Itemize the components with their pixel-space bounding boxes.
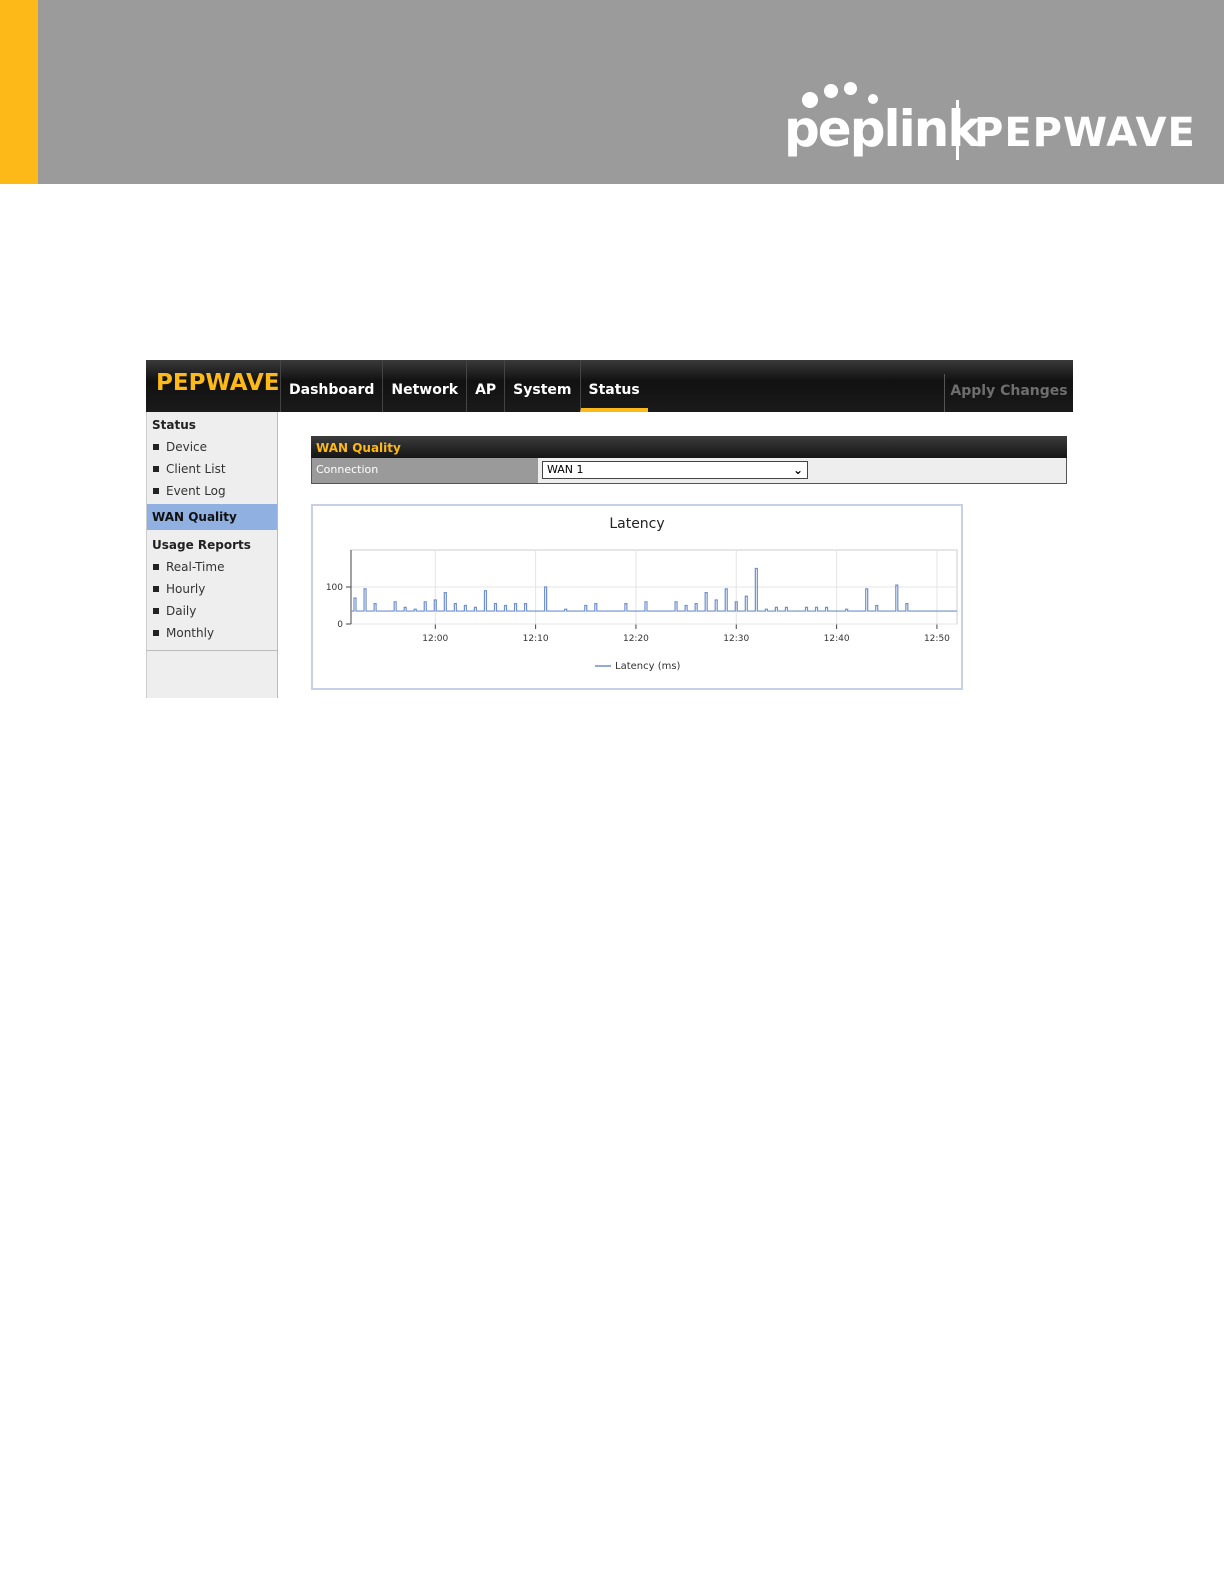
wan-quality-panel: WAN Quality Connection WAN 1 ⌄ xyxy=(311,436,1067,484)
page-banner: peplink PEPWAVE xyxy=(0,0,1224,184)
x-tick-label: 12:50 xyxy=(924,634,950,644)
apply-changes-button[interactable]: Apply Changes xyxy=(944,374,1073,412)
legend-label: Latency (ms) xyxy=(615,661,681,672)
x-tick-label: 12:10 xyxy=(523,634,549,644)
connection-select[interactable]: WAN 1 ⌄ xyxy=(542,461,808,479)
sidebar-item-label: Hourly xyxy=(166,582,206,596)
brand-logo: peplink PEPWAVE xyxy=(784,74,1196,174)
banner-accent-stripe xyxy=(0,0,38,184)
bullet-icon xyxy=(153,465,159,472)
sidebar-item-daily[interactable]: Daily xyxy=(147,600,277,622)
brand-peplink: peplink xyxy=(784,100,981,158)
nav-network[interactable]: Network xyxy=(382,360,466,412)
sidebar-item-client-list[interactable]: Client List xyxy=(147,458,277,480)
sidebar-item-label: Event Log xyxy=(166,484,226,498)
panel-title: WAN Quality xyxy=(311,436,1067,458)
bullet-icon xyxy=(153,607,159,614)
connection-value-cell: WAN 1 ⌄ xyxy=(538,458,1066,483)
sidebar-heading-usage-reports: Usage Reports xyxy=(152,538,251,552)
nav-dashboard[interactable]: Dashboard xyxy=(280,360,382,412)
latency-series-line xyxy=(351,567,957,612)
sidebar-item-label: Device xyxy=(166,440,208,454)
brand-divider xyxy=(956,100,959,160)
sidebar-heading-status: Status xyxy=(152,418,196,432)
y-tick-label: 0 xyxy=(337,620,343,630)
latency-chart: Latency 12:00 12:10 12:20 12:30 12:40 12:50 0 10… xyxy=(311,504,963,690)
x-tick-label: 12:30 xyxy=(723,634,749,644)
top-nav-bar: PEPWAVE Dashboard Network AP System Stat… xyxy=(146,360,1073,412)
latency-chart-svg: Latency 12:00 12:10 12:20 12:30 12:40 12:50 0 10… xyxy=(326,516,958,672)
sidebar-item-real-time[interactable]: Real-Time xyxy=(147,556,277,578)
sidebar-item-monthly[interactable]: Monthly xyxy=(147,622,277,644)
chevron-down-icon: ⌄ xyxy=(792,463,803,477)
brand-pepwave: PEPWAVE xyxy=(974,110,1196,156)
nav-status[interactable]: Status xyxy=(579,360,648,412)
sidebar-item-wan-quality[interactable]: WAN Quality xyxy=(147,504,277,530)
x-tick-label: 12:20 xyxy=(623,634,649,644)
main-nav: Dashboard Network AP System Status xyxy=(280,360,648,412)
sidebar-divider xyxy=(147,650,278,651)
sidebar-item-device[interactable]: Device xyxy=(147,436,277,458)
sidebar-item-label: Client List xyxy=(166,462,226,476)
bullet-icon xyxy=(153,443,159,450)
router-ui: PEPWAVE Dashboard Network AP System Stat… xyxy=(146,360,1073,698)
x-tick-label: 12:00 xyxy=(422,634,448,644)
nav-ap[interactable]: AP xyxy=(466,360,504,412)
bullet-icon xyxy=(153,487,159,494)
bullet-icon xyxy=(153,563,159,570)
y-tick-label: 100 xyxy=(326,583,343,593)
connection-selected-value: WAN 1 xyxy=(547,463,584,476)
connection-row: Connection WAN 1 ⌄ xyxy=(311,458,1067,484)
bullet-icon xyxy=(153,629,159,636)
sidebar-item-hourly[interactable]: Hourly xyxy=(147,578,277,600)
sidebar-item-label: Real-Time xyxy=(166,560,225,574)
connection-label: Connection xyxy=(312,458,538,483)
pepwave-logo: PEPWAVE xyxy=(156,370,280,396)
bullet-icon xyxy=(153,585,159,592)
nav-system[interactable]: System xyxy=(504,360,579,412)
sidebar-item-event-log[interactable]: Event Log xyxy=(147,480,277,502)
x-tick-label: 12:40 xyxy=(824,634,850,644)
sidebar-item-label: Daily xyxy=(166,604,197,618)
sidebar: Status Device Client List Event Log WAN … xyxy=(146,412,278,698)
chart-title: Latency xyxy=(609,516,664,532)
sidebar-item-label: Monthly xyxy=(166,626,215,640)
